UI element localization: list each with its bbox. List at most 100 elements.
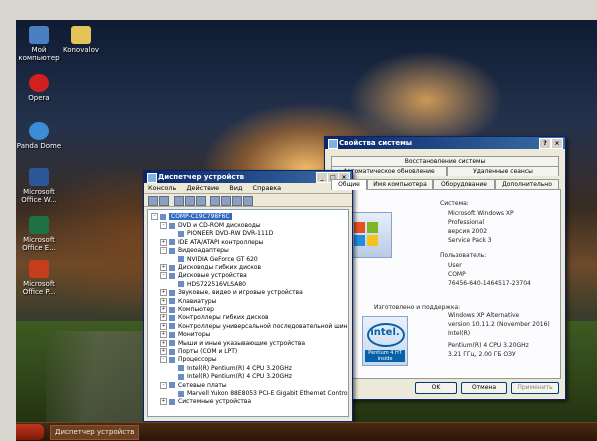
- menu-console[interactable]: Консоль: [148, 184, 176, 192]
- word-icon: [29, 168, 49, 186]
- device-icon: [169, 289, 175, 296]
- device-icon: [169, 222, 175, 229]
- device-icon: [169, 340, 175, 347]
- device-icon: [169, 398, 175, 405]
- device-icon: [178, 390, 184, 397]
- ok-button[interactable]: OK: [415, 382, 457, 394]
- expand-icon[interactable]: +: [160, 331, 167, 339]
- expand-icon[interactable]: +: [160, 238, 167, 246]
- vendor-line: 3.21 ГГц, 2.00 ГБ ОЗУ: [448, 351, 516, 358]
- desktop-icon-label: Panda Dome: [16, 142, 62, 150]
- update-driver-icon[interactable]: [221, 196, 231, 206]
- system-properties-window[interactable]: Свойства системы × ? Восстановление сист…: [324, 136, 566, 400]
- expand-icon[interactable]: +: [160, 264, 167, 271]
- uninstall-icon[interactable]: [243, 196, 253, 206]
- device-manager-window[interactable]: Диспетчер устройств × □ _ Консоль Действ…: [143, 170, 353, 422]
- menu-action[interactable]: Действие: [186, 184, 219, 192]
- minimize-icon[interactable]: _: [316, 172, 328, 183]
- general-tab-panel: Система: Microsoft Windows XP Profession…: [329, 189, 561, 379]
- expand-icon[interactable]: +: [160, 348, 167, 355]
- panda-icon: [29, 122, 49, 140]
- expand-icon[interactable]: +: [160, 398, 167, 406]
- expand-icon[interactable]: +: [160, 322, 167, 330]
- device-tree[interactable]: - COMP-C19C798F6C - DVD и CD-ROM дисководы…: [147, 209, 349, 417]
- powerpoint-icon: [29, 260, 49, 278]
- device-icon: [169, 247, 175, 254]
- collapse-icon[interactable]: -: [160, 272, 167, 280]
- device-icon: [169, 382, 175, 389]
- back-icon[interactable]: [148, 196, 158, 206]
- menu-view[interactable]: Вид: [229, 184, 242, 192]
- tree-node-label: Сетевые платы: [178, 381, 227, 389]
- tab-remote[interactable]: Удаленные сеансы: [447, 166, 559, 176]
- vendor-line: Pentium(R) 4 CPU 3.20GHz: [448, 342, 529, 349]
- expand-icon[interactable]: +: [160, 314, 167, 322]
- start-button[interactable]: [16, 424, 44, 440]
- expand-icon[interactable]: +: [160, 289, 167, 297]
- desktop-icon-label: Opera: [28, 94, 50, 102]
- device-icon: [169, 314, 175, 321]
- tree-node-label: Клавиатуры: [178, 297, 217, 305]
- desktop-icon-excel[interactable]: Microsoft Office E...: [16, 216, 62, 252]
- device-icon: [169, 264, 175, 271]
- desktop-icon-panda-dome[interactable]: Panda Dome: [16, 122, 62, 150]
- collapse-icon[interactable]: -: [160, 381, 167, 389]
- tree-node-label: Видеоадаптеры: [178, 247, 229, 255]
- expand-icon[interactable]: +: [160, 306, 167, 313]
- tree-node-label: Marvell Yukon 88E8053 PCI-E Gigabit Ethe…: [187, 390, 349, 397]
- tab-advanced[interactable]: Дополнительно: [495, 179, 559, 189]
- collapse-icon[interactable]: -: [151, 213, 158, 220]
- desktop-icon-konovalov[interactable]: Konovalov: [58, 26, 104, 54]
- device-icon: [178, 373, 184, 380]
- desktop-icon-my-computer[interactable]: Мой компьютер: [16, 26, 62, 62]
- device-icon: [178, 281, 184, 288]
- expand-icon[interactable]: +: [160, 339, 167, 347]
- tree-node[interactable]: + Системные устройства: [160, 397, 251, 406]
- desktop-icon-label: Microsoft Office E...: [22, 236, 56, 252]
- device-icon: [169, 239, 175, 246]
- user-line: 76456-640-1464517-23704: [448, 280, 531, 287]
- tree-icon[interactable]: [174, 196, 184, 206]
- taskbar-button-device-manager[interactable]: Диспетчер устройств: [50, 425, 140, 440]
- device-icon: [169, 298, 175, 305]
- help-icon[interactable]: ?: [539, 138, 551, 149]
- intel-logo: intel. Pentium 4 HT inside: [362, 316, 408, 366]
- tab-system-restore[interactable]: Восстановление системы: [331, 156, 559, 166]
- desktop-icon-word[interactable]: Microsoft Office W...: [16, 168, 62, 204]
- disable-icon[interactable]: [232, 196, 242, 206]
- collapse-icon[interactable]: -: [160, 222, 167, 229]
- vendor-line: Intel(R): [448, 330, 471, 337]
- menu-bar: Консоль Действие Вид Справка: [144, 183, 352, 194]
- tree-node-label: Дисководы гибких дисков: [178, 264, 262, 271]
- device-manager-titlebar[interactable]: Диспетчер устройств × □ _: [144, 171, 352, 183]
- help-icon[interactable]: [196, 196, 206, 206]
- toolbar: [144, 194, 352, 207]
- close-icon[interactable]: ×: [551, 138, 563, 149]
- cancel-button[interactable]: Отмена: [461, 382, 507, 394]
- folder-icon: [71, 26, 91, 44]
- tab-hardware[interactable]: Оборудование: [433, 179, 495, 189]
- apply-button[interactable]: Применить: [511, 382, 559, 394]
- collapse-icon[interactable]: -: [160, 247, 167, 255]
- desktop-icon-label: Мой компьютер: [18, 46, 60, 62]
- tree-node-label: PIONEER DVD-RW DVR-111D: [187, 230, 274, 238]
- device-icon: [169, 331, 175, 338]
- menu-help[interactable]: Справка: [253, 184, 282, 192]
- scan-hardware-icon[interactable]: [210, 196, 220, 206]
- desktop-icon-opera[interactable]: Opera: [16, 74, 62, 102]
- expand-icon[interactable]: +: [160, 297, 167, 305]
- tree-node-label: Контроллеры универсальной последовательн…: [178, 322, 349, 330]
- tree-root[interactable]: - COMP-C19C798F6C: [151, 212, 232, 221]
- collapse-icon[interactable]: -: [160, 356, 167, 364]
- print-icon[interactable]: [185, 196, 195, 206]
- user-line: User: [448, 262, 462, 269]
- tree-node-label: HDS722516VLSA80: [187, 280, 246, 288]
- tab-computer-name[interactable]: Имя компьютера: [367, 179, 433, 189]
- window-title: Свойства системы: [339, 139, 413, 147]
- user-label: Пользователь:: [440, 252, 487, 259]
- tab-general[interactable]: Общие: [331, 179, 367, 190]
- forward-icon[interactable]: [159, 196, 169, 206]
- device-icon: [178, 256, 184, 263]
- desktop-icon-powerpoint[interactable]: Microsoft Office P...: [16, 260, 62, 296]
- system-properties-titlebar[interactable]: Свойства системы × ?: [325, 137, 565, 149]
